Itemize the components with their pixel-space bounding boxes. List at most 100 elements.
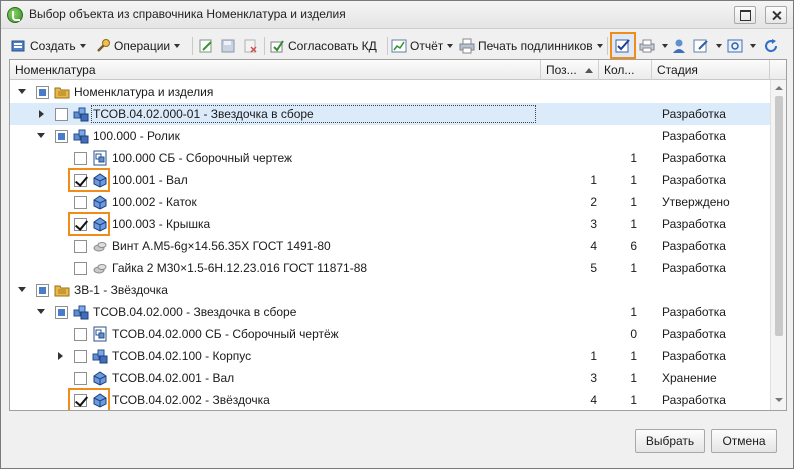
- refresh-button[interactable]: [763, 34, 782, 58]
- tree-row[interactable]: ТСОВ.04.02.000 СБ - Сборочный чертёж 0 Раз…: [10, 323, 770, 345]
- scroll-up-icon[interactable]: [775, 86, 783, 90]
- row-checkbox[interactable]: [74, 152, 87, 165]
- vertical-scrollbar[interactable]: [770, 80, 786, 410]
- tree-row[interactable]: 100.001 - Вал 1 1 Разработка: [10, 168, 770, 192]
- row-checkbox[interactable]: [74, 262, 87, 275]
- row-name: ТСОВ.04.02.002 - Звёздочка: [112, 393, 270, 407]
- row-position: [541, 301, 597, 323]
- scroll-down-icon[interactable]: [775, 398, 783, 402]
- select-button[interactable]: Выбрать: [635, 429, 705, 453]
- row-stage: Разработка: [662, 151, 726, 165]
- column-header-pos-label: Поз...: [546, 63, 577, 77]
- view-menu-button[interactable]: [727, 34, 756, 58]
- row-checkbox[interactable]: [74, 240, 87, 253]
- column-header-qty[interactable]: Кол...: [599, 60, 652, 80]
- row-checkbox[interactable]: [74, 328, 87, 341]
- tree-row[interactable]: ЗВ-1 - Звёздочка: [10, 279, 770, 301]
- expand-closed-icon[interactable]: [58, 352, 63, 360]
- row-quantity: 1: [630, 173, 637, 187]
- toolbar-divider: [192, 37, 193, 55]
- save-button[interactable]: [220, 34, 239, 58]
- row-name: ТСОВ.04.02.100 - Корпус: [112, 349, 252, 363]
- standard-icon: [92, 238, 108, 254]
- row-quantity: [599, 103, 637, 125]
- scroll-thumb[interactable]: [775, 96, 783, 336]
- row-checkbox[interactable]: [74, 350, 87, 363]
- report-icon: [391, 38, 407, 54]
- dialog-window: Выбор объекта из справочника Номенклатур…: [0, 0, 794, 469]
- delete-icon: [242, 38, 258, 54]
- part-icon: [92, 172, 108, 188]
- printer-icon: [639, 38, 655, 54]
- row-position: 4: [590, 393, 597, 407]
- expand-open-icon[interactable]: [37, 309, 45, 314]
- focus-rectangle: [91, 105, 536, 123]
- row-quantity: 1: [630, 151, 637, 165]
- row-checkbox[interactable]: [36, 284, 49, 297]
- print-originals-label: Печать подлинников: [478, 39, 593, 53]
- row-checkbox[interactable]: [55, 306, 68, 319]
- close-button[interactable]: [765, 6, 787, 24]
- user-button[interactable]: [671, 34, 690, 58]
- chevron-down-icon: [750, 44, 756, 48]
- toolbar: Создать Операции Согласовать КД Отчёт Пе…: [9, 32, 787, 59]
- row-stage: Разработка: [662, 129, 726, 143]
- expand-closed-icon[interactable]: [39, 110, 44, 118]
- sort-up-icon: [585, 68, 593, 73]
- select-checked-button[interactable]: [610, 32, 636, 59]
- tree-row[interactable]: ТСОВ.04.02.002 - Звёздочка 4 1 Разработка: [10, 388, 770, 410]
- approve-button[interactable]: Согласовать КД: [269, 34, 377, 58]
- row-checkbox[interactable]: [74, 372, 87, 385]
- tree-row[interactable]: ТСОВ.04.02.000-01 - Звездочка в сборе Раз…: [10, 103, 770, 125]
- expand-open-icon[interactable]: [37, 133, 45, 138]
- tree-row[interactable]: 100.003 - Крышка 3 1 Разработка: [10, 212, 770, 236]
- assembly-icon: [73, 304, 89, 320]
- row-position: 1: [590, 173, 597, 187]
- part-icon: [92, 392, 108, 408]
- expand-open-icon[interactable]: [18, 89, 26, 94]
- create-button[interactable]: Создать: [11, 34, 86, 58]
- row-checkbox[interactable]: [55, 130, 68, 143]
- maximize-button[interactable]: [734, 6, 756, 24]
- chevron-down-icon: [716, 44, 722, 48]
- expand-open-icon[interactable]: [18, 287, 26, 292]
- tree-row[interactable]: Номенклатура и изделия: [10, 81, 770, 103]
- tree-row[interactable]: ТСОВ.04.02.001 - Вал 3 1 Хранение: [10, 367, 770, 389]
- tree-row[interactable]: 100.002 - Каток 2 1 Утверждено: [10, 191, 770, 213]
- row-position: [541, 125, 597, 147]
- row-position: 2: [590, 195, 597, 209]
- settings-menu-button[interactable]: [693, 34, 722, 58]
- assembly-icon: [73, 106, 89, 122]
- tree-row[interactable]: ТСОВ.04.02.000 - Звездочка в сборе 1 Разра…: [10, 301, 770, 323]
- edit-button[interactable]: [198, 34, 217, 58]
- row-checkbox[interactable]: [55, 108, 68, 121]
- tree-row[interactable]: Винт А.М5-6g×14.56.35Х ГОСТ 1491-80 4 6 Раз…: [10, 235, 770, 257]
- row-checkbox[interactable]: [74, 196, 87, 209]
- cancel-button[interactable]: Отмена: [711, 429, 777, 453]
- delete-button[interactable]: [242, 34, 261, 58]
- column-header-name[interactable]: Номенклатура: [10, 60, 541, 80]
- row-name: Номенклатура и изделия: [74, 85, 214, 99]
- operations-label: Операции: [114, 39, 171, 53]
- row-name: 100.002 - Каток: [112, 195, 197, 209]
- operations-button[interactable]: Операции: [95, 34, 181, 58]
- row-stage: Разработка: [662, 349, 726, 363]
- row-stage: Разработка: [662, 327, 726, 341]
- create-icon: [11, 38, 27, 54]
- row-name: Винт А.М5-6g×14.56.35Х ГОСТ 1491-80: [112, 239, 331, 253]
- row-checkbox[interactable]: [36, 86, 49, 99]
- tree-row[interactable]: 100.000 СБ - Сборочный чертеж 1 Разработка: [10, 147, 770, 169]
- column-header-pos[interactable]: Поз...: [541, 60, 599, 80]
- tree-row[interactable]: 100.000 - Ролик Разработка: [10, 125, 770, 147]
- edit-icon: [198, 38, 214, 54]
- tree-row[interactable]: ТСОВ.04.02.100 - Корпус 1 1 Разработка: [10, 345, 770, 367]
- tree-row[interactable]: Гайка 2 М30×1.5-6Н.12.23.016 ГОСТ 11871-…: [10, 257, 770, 279]
- print-menu-button[interactable]: [639, 34, 668, 58]
- print-originals-button[interactable]: Печать подлинников: [459, 34, 603, 58]
- column-header-stage[interactable]: Стадия: [652, 60, 770, 80]
- row-stage: Разработка: [662, 107, 726, 121]
- row-position: 4: [590, 239, 597, 253]
- report-button[interactable]: Отчёт: [391, 34, 454, 58]
- row-quantity: 1: [630, 261, 637, 275]
- row-stage: Разработка: [662, 261, 726, 275]
